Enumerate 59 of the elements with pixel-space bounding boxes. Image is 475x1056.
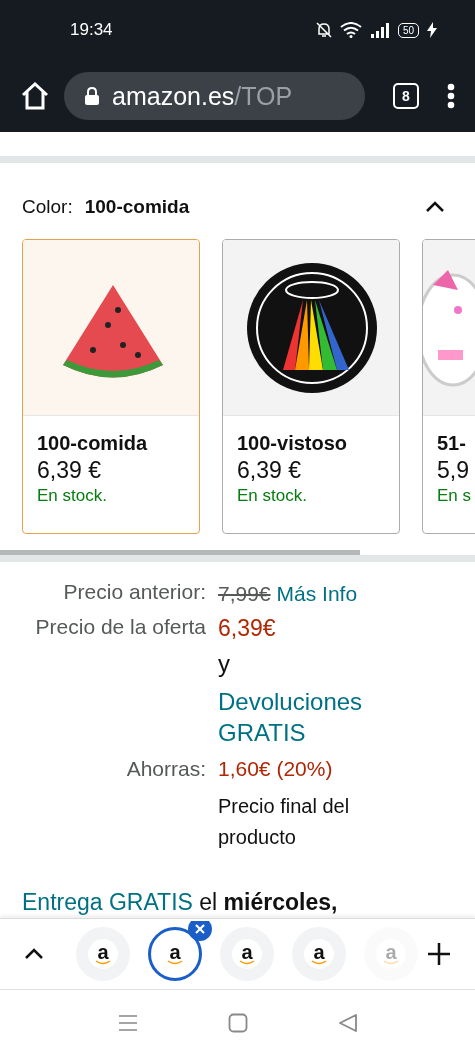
browser-tab[interactable]: a bbox=[220, 927, 274, 981]
free-delivery-link[interactable]: Entrega GRATIS bbox=[22, 888, 193, 915]
delivery-text: Entrega GRATIS el miércoles, bbox=[22, 888, 339, 916]
savings-amount: 1,60€ (20%) bbox=[218, 756, 333, 781]
price-label: Precio de la oferta bbox=[35, 615, 206, 640]
price-note: Precio final del producto bbox=[218, 793, 351, 850]
chevron-up-icon[interactable] bbox=[425, 201, 445, 213]
stock-status: En stock. bbox=[237, 486, 308, 506]
conjunction-text: y bbox=[218, 649, 230, 680]
free-returns-link[interactable]: Devoluciones GRATIS bbox=[218, 686, 398, 749]
url-text: amazon.es/TOP bbox=[112, 81, 293, 111]
favicon: a bbox=[169, 943, 181, 960]
browser-tab[interactable]: a bbox=[148, 927, 202, 981]
signal-icon bbox=[369, 22, 390, 38]
bell-off-icon bbox=[315, 21, 332, 39]
home-icon[interactable] bbox=[20, 82, 50, 110]
smile-icon bbox=[311, 959, 327, 965]
price-label: Ahorras: bbox=[126, 756, 206, 781]
old-price: 7,99€ bbox=[218, 582, 271, 606]
clock: 19:34 bbox=[70, 20, 114, 40]
chevron-up-icon[interactable] bbox=[24, 948, 44, 960]
smile-icon bbox=[95, 959, 111, 965]
home-button-icon[interactable] bbox=[227, 1013, 248, 1033]
favicon: a bbox=[241, 943, 253, 960]
wifi-icon bbox=[339, 22, 362, 38]
favicon: a bbox=[313, 943, 325, 960]
offer-price: 6,39€ bbox=[218, 615, 276, 643]
favicon: a bbox=[97, 943, 109, 960]
swatch-price: 6,39 € bbox=[237, 457, 302, 484]
stock-status: En stock. bbox=[37, 486, 108, 506]
smile-icon bbox=[167, 959, 183, 965]
battery-level: 50 bbox=[397, 22, 419, 38]
swatch-name: 100-comida bbox=[37, 432, 149, 455]
color-label: Color: bbox=[22, 196, 73, 218]
charging-icon bbox=[427, 22, 437, 38]
tab-count-button[interactable]: 8 bbox=[393, 83, 419, 109]
browser-tab[interactable]: a bbox=[76, 927, 130, 981]
swatch-card[interactable]: 51- 5,9 En s bbox=[422, 239, 475, 534]
swatch-price: 6,39 € bbox=[37, 457, 102, 484]
address-bar[interactable]: amazon.es/TOP bbox=[64, 72, 365, 120]
swatch-name: 100-vistoso bbox=[237, 432, 349, 455]
swatch-name: 51- bbox=[437, 432, 467, 455]
smile-icon bbox=[239, 959, 255, 965]
favicon: a bbox=[385, 943, 397, 960]
close-icon bbox=[195, 924, 205, 934]
lock-icon bbox=[84, 86, 100, 106]
smile-icon bbox=[383, 959, 399, 965]
more-info-link[interactable]: Más Info bbox=[276, 580, 358, 608]
back-icon[interactable] bbox=[337, 1013, 358, 1033]
stock-status: En s bbox=[437, 486, 473, 506]
swatch-card[interactable]: 100-vistoso 6,39 € En stock. bbox=[222, 239, 400, 534]
more-menu-icon[interactable] bbox=[447, 83, 455, 109]
add-tab-icon[interactable] bbox=[427, 942, 451, 966]
browser-tab[interactable]: a bbox=[292, 927, 346, 981]
close-tab-button[interactable] bbox=[188, 921, 212, 941]
swatch-price: 5,9 bbox=[437, 457, 470, 484]
swatch-card[interactable]: 100-comida 6,39 € En stock. bbox=[22, 239, 200, 534]
price-label: Precio anterior: bbox=[63, 580, 206, 604]
color-value: 100-comida bbox=[84, 196, 191, 218]
